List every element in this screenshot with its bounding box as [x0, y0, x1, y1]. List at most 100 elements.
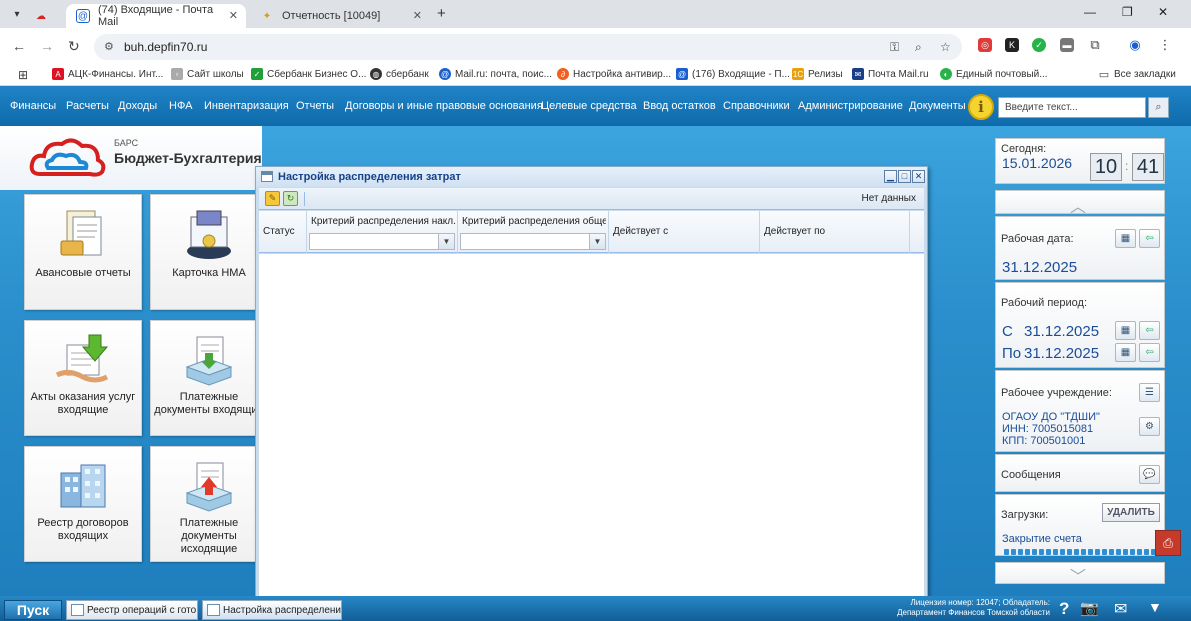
menu-documents[interactable]: Документы	[909, 100, 966, 112]
back-arrow-icon[interactable]: ←	[12, 38, 26, 54]
window-close-icon[interactable]: ✕	[1158, 5, 1168, 19]
reload-icon[interactable]: ↻	[68, 38, 80, 55]
chevron-down-icon[interactable]: ﹀	[1070, 563, 1086, 587]
browser-tabstrip: ▾ ☁ @ (74) Входящие - Почта Mail ✕ ✦ Отч…	[0, 0, 1191, 28]
search-input[interactable]: Введите текст...	[998, 97, 1146, 118]
address-bar[interactable]: ⚙ buh.depfin70.ru ⚿ ⌕ ☆	[94, 34, 962, 60]
bookmark-4[interactable]: ◍ сбербанк	[370, 68, 429, 80]
edit-pencil-icon[interactable]: ✎	[265, 191, 280, 206]
close-icon[interactable]: ✕	[413, 9, 422, 22]
overhead-criterion-filter[interactable]: ▼	[309, 233, 455, 250]
bookmark-7[interactable]: @ (176) Входящие - П...	[676, 68, 790, 80]
extension-k-icon[interactable]: K	[1005, 38, 1019, 52]
collapse-triangle-icon[interactable]: ▼	[1148, 599, 1162, 615]
menu-income[interactable]: Доходы	[118, 100, 157, 112]
dialog-maximize-icon[interactable]: □	[898, 170, 911, 183]
bookmark-3[interactable]: ✓ Сбербанк Бизнес О...	[251, 68, 366, 80]
pinned-tab[interactable]: ☁	[36, 4, 54, 28]
new-tab-plus-icon[interactable]: +	[437, 5, 446, 22]
message-bubble-icon[interactable]: 💬	[1139, 465, 1160, 484]
forward-arrow-icon[interactable]: →	[40, 38, 54, 54]
close-icon[interactable]: ✕	[229, 9, 238, 22]
tile-contracts-registry[interactable]: Реестр договоров входящих	[24, 446, 142, 562]
general-criterion-filter[interactable]: ▼	[460, 233, 606, 250]
tile-advance-reports[interactable]: Авансовые отчеты	[24, 194, 142, 310]
key-icon[interactable]: ⚿	[890, 40, 899, 55]
bookmark-8[interactable]: 1C Релизы	[792, 68, 843, 80]
chevron-down-icon[interactable]: ▼	[589, 234, 605, 249]
refresh-icon[interactable]: ↻	[283, 191, 298, 206]
chevron-up-icon[interactable]: ︿	[1070, 193, 1086, 217]
profile-icon[interactable]: ◉	[1128, 37, 1142, 52]
bookmark-10[interactable]: ◐ Единый почтовый...	[940, 68, 1048, 80]
calendar-icon[interactable]: ▦	[1115, 229, 1136, 248]
calendar-icon[interactable]: ▦	[1115, 343, 1136, 362]
bookmark-5[interactable]: @ Mail.ru: почта, поис...	[439, 68, 552, 80]
chevron-down-icon[interactable]: ▼	[438, 234, 454, 249]
maximize-icon[interactable]: ❐	[1122, 5, 1133, 19]
menu-administration[interactable]: Администрирование	[798, 100, 903, 112]
bookmark-star-icon[interactable]: ☆	[940, 40, 951, 54]
menu-dots-icon[interactable]: ⋮	[1158, 37, 1172, 52]
task-operations-registry[interactable]: Реестр операций с гото...	[66, 600, 198, 620]
menu-nfa[interactable]: НФА	[169, 100, 192, 112]
menu-inventory[interactable]: Инвентаризация	[204, 100, 289, 112]
dialog-minimize-icon[interactable]: ▁	[884, 170, 897, 183]
calendar-icon[interactable]: ▦	[1115, 321, 1136, 340]
camera-icon[interactable]: 📷	[1080, 599, 1099, 617]
tile-payments-out[interactable]: Платежные документы исходящие	[150, 446, 268, 562]
gear-icon[interactable]: ⚙	[1139, 417, 1160, 436]
extensions-puzzle-icon[interactable]: ⧉	[1088, 37, 1102, 52]
zoom-icon[interactable]: ⌕	[915, 40, 922, 55]
card-file-icon	[187, 210, 231, 259]
col-general-criterion[interactable]: Критерий распределения обще... ▼	[458, 211, 609, 253]
apply-green-arrow-icon[interactable]: ⇦	[1139, 229, 1160, 248]
extension-red-icon[interactable]: ◎	[978, 38, 992, 52]
tab-reports[interactable]: ✦ Отчетность [10049] ✕	[250, 4, 430, 28]
col-overhead-criterion[interactable]: Критерий распределения накл... ▼	[307, 211, 458, 253]
menu-directories[interactable]: Справочники	[723, 100, 790, 112]
tile-payments-in[interactable]: Платежные документы входящие	[150, 320, 268, 436]
grid-body[interactable]	[259, 254, 924, 596]
bookmark-2[interactable]: ▫ Сайт школы	[171, 68, 244, 80]
mail-envelope-icon[interactable]: ✉	[1114, 599, 1127, 619]
col-valid-to[interactable]: Действует по	[760, 211, 910, 253]
extension-gray-icon[interactable]: ▬	[1060, 38, 1074, 52]
menu-calculations[interactable]: Расчеты	[66, 100, 109, 112]
col-valid-from[interactable]: Действует с	[609, 211, 760, 253]
help-question-icon[interactable]: ?	[1059, 599, 1069, 619]
minimize-icon[interactable]: —	[1084, 5, 1096, 19]
delete-button[interactable]: УДАЛИТЬ	[1102, 503, 1160, 522]
download-item[interactable]: Закрытие счета	[996, 525, 1164, 555]
tile-nma-card[interactable]: Карточка НМА	[150, 194, 268, 310]
list-icon[interactable]: ☰	[1139, 383, 1160, 402]
task-cost-distribution[interactable]: Настройка распределени...	[202, 600, 342, 620]
apps-grid-icon[interactable]: ⊞	[18, 68, 28, 82]
dialog-close-icon[interactable]: ✕	[912, 170, 925, 183]
tab-mail[interactable]: @ (74) Входящие - Почта Mail ✕	[66, 4, 246, 28]
scroll-up[interactable]: ︿	[995, 190, 1165, 217]
scroll-down[interactable]: ﹀	[995, 562, 1165, 587]
extension-check-icon[interactable]: ✓	[1032, 38, 1046, 52]
menu-balances-input[interactable]: Ввод остатков	[643, 100, 716, 112]
info-icon[interactable]: i	[968, 94, 994, 120]
bookmark-6[interactable]: ∂ Настройка антивир...	[557, 68, 671, 80]
tab-search-button[interactable]: ▾	[6, 4, 28, 24]
menu-targeted-funds[interactable]: Целевые средства	[541, 100, 637, 112]
side-panel-handle-icon[interactable]: ⎙	[1155, 530, 1181, 556]
apply-green-arrow-icon[interactable]: ⇦	[1139, 321, 1160, 340]
dialog-titlebar[interactable]: Настройка распределения затрат ▁ □ ✕	[256, 167, 927, 187]
all-bookmarks[interactable]: ▭ Все закладки	[1098, 68, 1176, 81]
site-settings-icon[interactable]: ⚙	[104, 40, 114, 53]
apply-green-arrow-icon[interactable]: ⇦	[1139, 343, 1160, 362]
tile-service-acts[interactable]: Акты оказания услуг входящие	[24, 320, 142, 436]
start-button[interactable]: Пуск	[4, 600, 62, 620]
col-status[interactable]: Статус	[259, 211, 307, 253]
search-icon[interactable]: ⌕	[1148, 97, 1169, 118]
bookmark-1[interactable]: A АЦК-Финансы. Инт...	[52, 68, 163, 80]
url-text[interactable]: buh.depfin70.ru	[124, 40, 207, 54]
menu-reports[interactable]: Отчеты	[296, 100, 334, 112]
menu-contracts[interactable]: Договоры и иные правовые основания	[345, 100, 543, 112]
bookmark-9[interactable]: ✉ Почта Mail.ru	[852, 68, 929, 80]
menu-finance[interactable]: Финансы	[10, 100, 56, 112]
